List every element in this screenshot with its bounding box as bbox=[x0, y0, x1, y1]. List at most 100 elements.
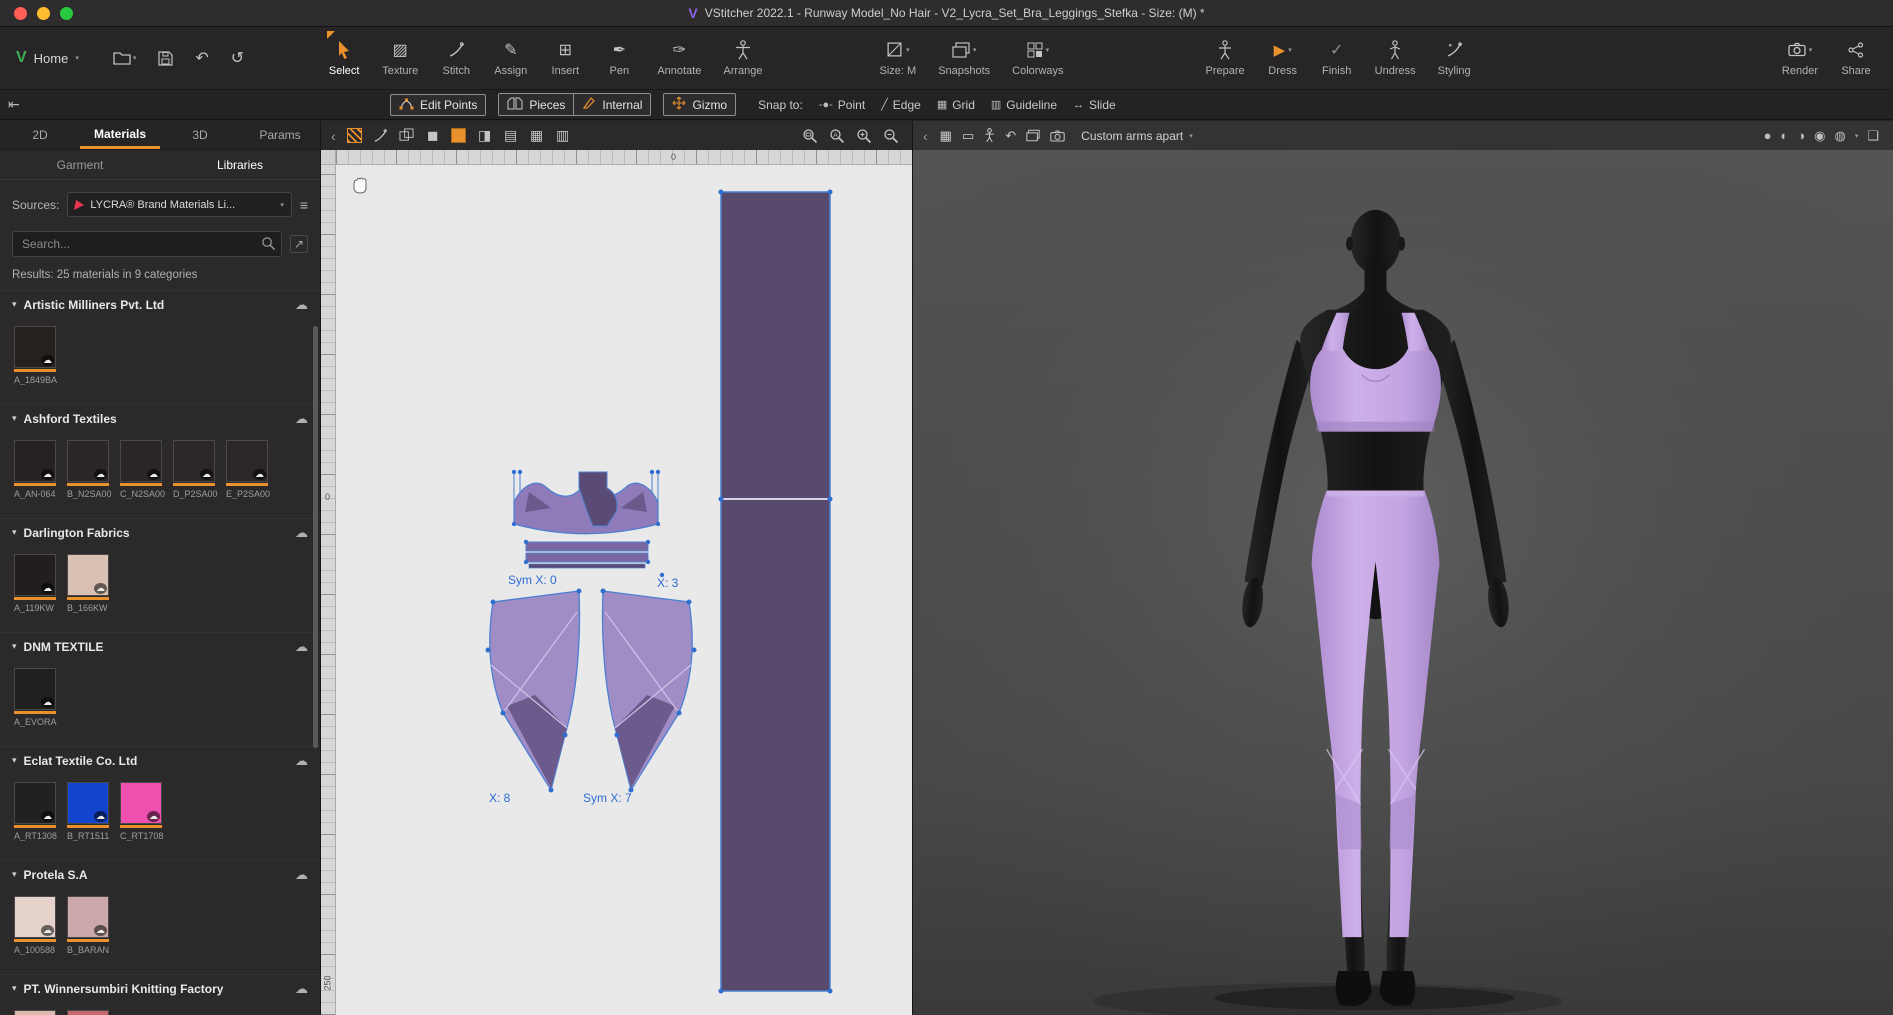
material-swatch[interactable]: ☁ bbox=[14, 1010, 60, 1015]
material-swatch[interactable]: ☁D_P2SA00 bbox=[173, 440, 219, 499]
material-swatch[interactable]: ☁A_RT1308 bbox=[14, 782, 60, 841]
internal-button[interactable]: Internal bbox=[573, 94, 650, 115]
category-header[interactable]: ▾ Artistic Milliners Pvt. Ltd ☁ bbox=[0, 290, 320, 318]
fabric-strip-piece[interactable] bbox=[721, 192, 830, 991]
category-header[interactable]: ▾ Darlington Fabrics ☁ bbox=[0, 518, 320, 546]
pattern-2d-canvas[interactable]: Sym X: 0 X: 3 X: 8 Sym X: 7 0 0 250 bbox=[321, 150, 912, 1015]
source-dropdown[interactable]: LYCRA® Brand Materials Li... ▾ bbox=[67, 192, 291, 217]
floor-plane-icon[interactable]: ▭ bbox=[962, 128, 974, 144]
category-header[interactable]: ▾ PT. Winnersumbiri Knitting Factory ☁ bbox=[0, 974, 320, 1002]
snap-edge-toggle[interactable]: ╱ Edge bbox=[881, 98, 921, 112]
material-view-icon[interactable]: ◐ bbox=[1780, 128, 1788, 143]
search-input[interactable] bbox=[12, 231, 282, 257]
viewport-snapshot-icon[interactable] bbox=[1026, 129, 1040, 142]
fabric-hatch-toggle-icon[interactable] bbox=[346, 127, 364, 145]
material-swatch[interactable]: ☁B_RT1511 bbox=[67, 782, 113, 841]
minimize-window-button[interactable] bbox=[37, 7, 50, 20]
collapse-2d-toolb​ar-icon[interactable]: ‹ bbox=[329, 128, 338, 144]
cloud-sync-icon[interactable]: ☁ bbox=[295, 297, 308, 313]
open-external-icon[interactable]: ↗ bbox=[290, 235, 308, 253]
leggings-pattern-pieces[interactable] bbox=[490, 591, 692, 790]
open-file-button[interactable]: ▾ bbox=[113, 51, 137, 65]
cloud-sync-icon[interactable]: ☁ bbox=[295, 981, 308, 997]
material-swatch[interactable]: ☁B_BARAN bbox=[67, 896, 113, 955]
fullscreen-icon[interactable]: ❏ bbox=[1867, 128, 1879, 144]
cloud-sync-icon[interactable]: ☁ bbox=[295, 753, 308, 769]
bra-pattern-pieces[interactable] bbox=[514, 472, 658, 568]
material-swatch[interactable]: ☁A_EVORA bbox=[14, 668, 60, 727]
cloud-sync-icon[interactable]: ☁ bbox=[295, 525, 308, 541]
tab-params[interactable]: Params bbox=[240, 121, 320, 149]
texture-tool-button[interactable]: ▨ Texture bbox=[371, 27, 429, 89]
pieces-button[interactable]: Pieces bbox=[499, 94, 573, 115]
category-header[interactable]: ▾ Eclat Textile Co. Ltd ☁ bbox=[0, 746, 320, 774]
arrange-tool-button[interactable]: Arrange bbox=[712, 27, 773, 89]
reset-view-icon[interactable]: ↶ bbox=[1005, 128, 1016, 144]
material-swatch[interactable]: ☁A_100588 bbox=[14, 896, 60, 955]
render-button[interactable]: ▾ Render bbox=[1771, 27, 1829, 89]
snap-grid-toggle[interactable]: ▦ Grid bbox=[937, 98, 975, 112]
material-swatch[interactable]: ☁A_119KW bbox=[14, 554, 60, 613]
annotate-tool-button[interactable]: ✑ Annotate bbox=[646, 27, 712, 89]
edit-points-button[interactable]: Edit Points bbox=[390, 94, 486, 116]
sidebar-scrollbar[interactable] bbox=[313, 326, 318, 748]
viewport-camera-icon[interactable] bbox=[1050, 130, 1065, 142]
save-button[interactable] bbox=[158, 51, 173, 66]
tab-materials[interactable]: Materials bbox=[80, 121, 160, 149]
zoom-out-icon[interactable] bbox=[882, 127, 900, 145]
view-options-caret-icon[interactable]: ▾ bbox=[1855, 132, 1859, 140]
category-header[interactable]: ▾ DNM TEXTILE ☁ bbox=[0, 632, 320, 660]
solid-fill-toggle-icon[interactable]: ◼ bbox=[424, 127, 442, 145]
category-header[interactable]: ▾ Ashford Textiles ☁ bbox=[0, 404, 320, 432]
home-menu[interactable]: V Home ▾ bbox=[0, 27, 95, 89]
zoom-region-icon[interactable] bbox=[801, 127, 819, 145]
insert-tool-button[interactable]: ⊞ Insert bbox=[538, 27, 592, 89]
avatar-visibility-icon[interactable] bbox=[984, 128, 995, 143]
tab-3d[interactable]: 3D bbox=[160, 121, 240, 149]
material-swatch[interactable]: ☁A_1849BA bbox=[14, 326, 60, 385]
collapse-panel-icon[interactable]: ⇤ bbox=[8, 96, 20, 113]
overlap-pieces-icon[interactable] bbox=[398, 127, 416, 145]
material-swatch[interactable]: ☁B_166KW bbox=[67, 554, 113, 613]
stitch-tool-button[interactable]: Stitch bbox=[429, 27, 483, 89]
zoom-all-icon[interactable]: A bbox=[828, 127, 846, 145]
render-style-icon[interactable]: ◉ bbox=[1814, 128, 1825, 144]
pose-dropdown[interactable]: Custom arms apart ▾ bbox=[1075, 129, 1199, 143]
cloud-sync-icon[interactable]: ☁ bbox=[295, 639, 308, 655]
dress-button[interactable]: ▶▾ Dress bbox=[1256, 27, 1310, 89]
fabric-fill-active-icon[interactable] bbox=[450, 127, 468, 145]
shaded-view-icon[interactable]: ● bbox=[1764, 128, 1772, 143]
grid-view-toggle-icon[interactable]: ▦ bbox=[528, 127, 546, 145]
styling-button[interactable]: Styling bbox=[1427, 27, 1482, 89]
select-tool-button[interactable]: Select bbox=[317, 27, 371, 89]
prepare-button[interactable]: Prepare bbox=[1195, 27, 1256, 89]
gizmo-button[interactable]: Gizmo bbox=[663, 93, 736, 116]
history-button[interactable]: ↺ bbox=[231, 48, 244, 68]
cloud-sync-icon[interactable]: ☁ bbox=[295, 867, 308, 883]
material-swatch[interactable]: ☁ bbox=[67, 1010, 113, 1015]
subtab-libraries[interactable]: Libraries bbox=[160, 150, 320, 179]
maximize-window-button[interactable] bbox=[60, 7, 73, 20]
grid-floor-icon[interactable]: ▦ bbox=[940, 128, 952, 144]
material-swatch[interactable]: ☁C_RT1708 bbox=[120, 782, 166, 841]
source-list-icon[interactable]: ≡ bbox=[300, 197, 308, 213]
ruler-view-toggle-icon[interactable]: ▥ bbox=[554, 127, 572, 145]
subtab-garment[interactable]: Garment bbox=[0, 150, 160, 179]
category-header[interactable]: ▾ Protela S.A ☁ bbox=[0, 860, 320, 888]
material-swatch[interactable]: ☁A_AN-064 bbox=[14, 440, 60, 499]
stripe-view-toggle-icon[interactable]: ▤ bbox=[502, 127, 520, 145]
snap-point-toggle[interactable]: -●- Point bbox=[819, 98, 865, 112]
pin-tool-icon[interactable] bbox=[372, 127, 390, 145]
collapse-3d-toolbar-icon[interactable]: ‹ bbox=[921, 128, 930, 144]
material-swatch[interactable]: ☁C_N2SA00 bbox=[120, 440, 166, 499]
zoom-in-icon[interactable] bbox=[855, 127, 873, 145]
viewport-3d-scene[interactable] bbox=[913, 150, 1893, 1015]
colorways-button[interactable]: ▾ Colorways bbox=[1001, 27, 1074, 89]
undress-button[interactable]: Undress bbox=[1364, 27, 1427, 89]
transparency-view-icon[interactable]: ◑ bbox=[1797, 128, 1805, 143]
assign-tool-button[interactable]: ✎ Assign bbox=[483, 27, 538, 89]
tab-2d[interactable]: 2D bbox=[0, 121, 80, 149]
environment-icon[interactable]: ◍ bbox=[1834, 128, 1845, 144]
material-swatch[interactable]: ☁B_N2SA00 bbox=[67, 440, 113, 499]
snap-slide-toggle[interactable]: ↔ Slide bbox=[1073, 98, 1116, 112]
